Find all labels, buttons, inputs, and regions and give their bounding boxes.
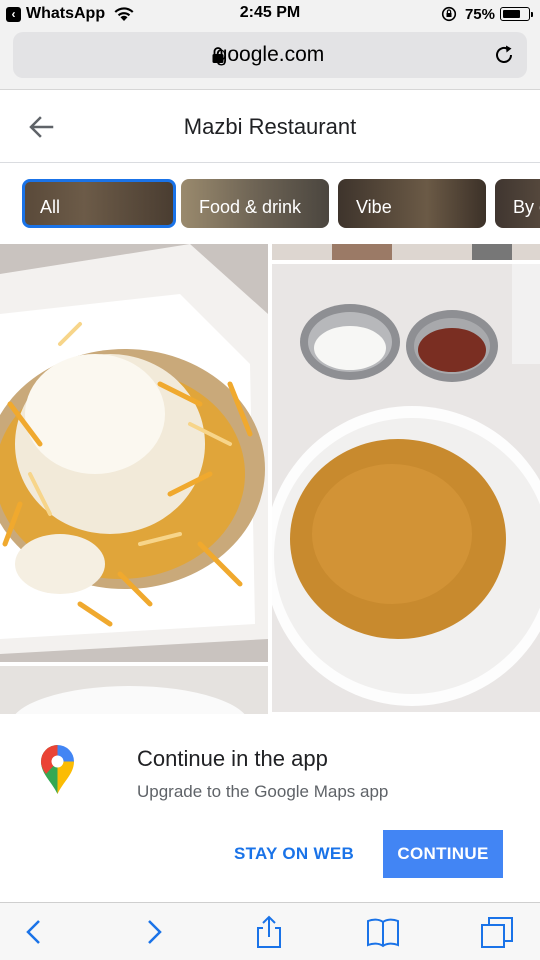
sheet-subtitle: Upgrade to the Google Maps app — [137, 782, 389, 801]
chip-label: Food & drink — [199, 197, 302, 217]
status-bar: ‹ WhatsApp 2:45 PM 75% — [0, 0, 540, 28]
page-header: Mazbi Restaurant — [0, 91, 540, 163]
google-maps-logo-icon — [41, 745, 74, 794]
sheet-title: Continue in the app — [137, 746, 328, 771]
chip-food-drink[interactable]: Food & drink — [181, 179, 329, 228]
chip-by-owner[interactable]: By o — [495, 179, 540, 228]
browser-address-area: google.com — [0, 28, 540, 90]
battery-percent: 75% — [464, 5, 495, 23]
photo-grid — [0, 244, 540, 714]
battery-icon — [500, 7, 533, 21]
forward-icon[interactable] — [136, 915, 170, 949]
share-icon[interactable] — [252, 915, 286, 949]
page-title: Mazbi Restaurant — [183, 114, 357, 139]
tabs-icon[interactable] — [480, 915, 514, 949]
chip-all[interactable]: All — [22, 179, 176, 228]
rotation-lock-icon — [441, 6, 457, 22]
chip-label: All — [40, 197, 61, 217]
url-bar[interactable]: google.com — [13, 32, 527, 78]
chip-label: By o — [513, 197, 540, 217]
battery-fill — [503, 10, 521, 18]
url-text: google.com — [215, 43, 325, 66]
reload-icon[interactable] — [493, 44, 515, 66]
photo-cheese-dish[interactable] — [0, 244, 268, 662]
back-icon[interactable] — [18, 915, 52, 949]
chip-label: Vibe — [356, 197, 392, 217]
photo-top-strip[interactable] — [272, 244, 540, 260]
continue-in-app-sheet: Continue in the app Upgrade to the Googl… — [0, 714, 540, 902]
stay-on-web-button[interactable]: STAY ON WEB — [226, 830, 362, 878]
bookmarks-icon[interactable] — [366, 915, 400, 949]
chip-vibe[interactable]: Vibe — [338, 179, 486, 228]
photo-plate-bottom[interactable] — [0, 666, 268, 714]
photo-category-chips: All Food & drink Vibe By o — [0, 164, 540, 244]
photo-soup[interactable] — [272, 264, 540, 712]
continue-button[interactable]: CONTINUE — [383, 830, 503, 878]
browser-toolbar — [0, 902, 540, 960]
